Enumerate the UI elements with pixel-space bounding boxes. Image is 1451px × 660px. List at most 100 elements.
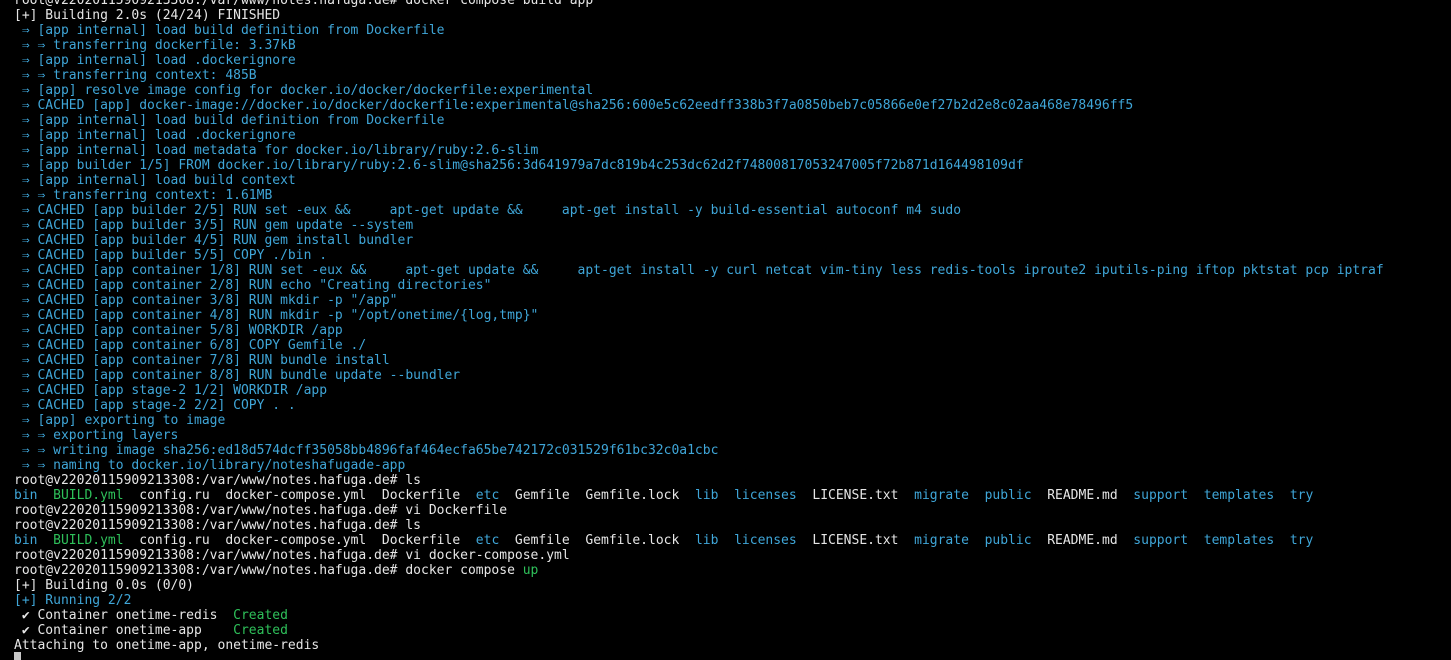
terminal-line: ⇒ CACHED [app container 1/8] RUN set -eu… xyxy=(14,263,1451,278)
terminal-line: root@v22020115909213308:/var/www/notes.h… xyxy=(14,0,1451,8)
terminal-text-segment: ⇒ CACHED [app container 5/8] WORKDIR /ap… xyxy=(14,322,343,338)
terminal-text-segment: ⇒ [app builder 1/5] FROM docker.io/libra… xyxy=(14,157,1024,173)
terminal-text-segment: support xyxy=(1133,487,1189,503)
terminal-line: ⇒ [app internal] load .dockerignore xyxy=(14,128,1451,143)
terminal-line: [+] Building 0.0s (0/0) xyxy=(14,578,1451,593)
terminal-text-segment: root@v22020115909213308:/var/www/notes.h… xyxy=(14,472,421,488)
terminal-line: ⇒ CACHED [app container 5/8] WORKDIR /ap… xyxy=(14,323,1451,338)
terminal-text-segment: LICENSE.txt xyxy=(796,532,915,548)
terminal-text-segment: ⇒ ⇒ transferring context: 485B xyxy=(14,67,257,83)
terminal-text-segment: ⇒ [app internal] load .dockerignore xyxy=(14,52,296,68)
terminal-line: ⇒ CACHED [app builder 2/5] RUN set -eux … xyxy=(14,203,1451,218)
terminal-text-segment: root@v22020115909213308:/var/www/notes.h… xyxy=(14,517,421,533)
terminal-text-segment: ⇒ CACHED [app container 1/8] RUN set -eu… xyxy=(14,262,1384,278)
terminal-text-segment: ⇒ ⇒ exporting layers xyxy=(14,427,179,443)
terminal-text-segment: bin xyxy=(14,487,38,503)
terminal-output[interactable]: root@v22020115909213308:/var/www/notes.h… xyxy=(14,0,1451,653)
terminal-line: [+] Running 2/2 xyxy=(14,593,1451,608)
terminal-text-segment: lib xyxy=(694,532,719,548)
terminal-line: ⇒ CACHED [app container 7/8] RUN bundle … xyxy=(14,353,1451,368)
terminal-line: ⇒ CACHED [app container 6/8] COPY Gemfil… xyxy=(14,338,1451,353)
terminal-text-segment: ⇒ [app internal] load build context xyxy=(14,172,296,188)
terminal-line: ⇒ CACHED [app stage-2 1/2] WORKDIR /app xyxy=(14,383,1451,398)
terminal-line: ⇒ ⇒ writing image sha256:ed18d574dcff350… xyxy=(14,443,1451,458)
terminal-text-segment: ⇒ CACHED [app stage-2 2/2] COPY . . xyxy=(14,397,296,413)
terminal-text-segment: Created xyxy=(233,607,288,623)
terminal-line: ⇒ [app builder 1/5] FROM docker.io/libra… xyxy=(14,158,1451,173)
terminal-line: root@v22020115909213308:/var/www/notes.h… xyxy=(14,548,1451,563)
terminal-text-segment: ⇒ CACHED [app stage-2 1/2] WORKDIR /app xyxy=(14,382,328,398)
terminal-text-segment: etc xyxy=(475,487,500,503)
terminal-line: ⇒ CACHED [app builder 5/5] COPY ./bin . xyxy=(14,248,1451,263)
terminal-line: ⇒ [app internal] load build definition f… xyxy=(14,23,1451,38)
terminal-text-segment: BUILD.yml xyxy=(53,532,124,548)
terminal-line: ⇒ CACHED [app] docker-image://docker.io/… xyxy=(14,98,1451,113)
terminal-text-segment: try xyxy=(1289,487,1314,503)
terminal-text-segment: migrate xyxy=(914,487,969,503)
terminal-line: ✔ Container onetime-redis Created xyxy=(14,608,1451,623)
terminal-text-segment: root@v22020115909213308:/var/www/notes.h… xyxy=(14,562,523,578)
terminal-line: ⇒ [app internal] load build definition f… xyxy=(14,113,1451,128)
terminal-text-segment: root@v22020115909213308:/var/www/notes.h… xyxy=(14,0,594,8)
terminal-line: ⇒ ⇒ naming to docker.io/library/noteshaf… xyxy=(14,458,1451,473)
terminal-text-segment: up xyxy=(522,562,539,578)
terminal-window[interactable]: root@v22020115909213308:/var/www/notes.h… xyxy=(0,0,1451,660)
terminal-text-segment: support xyxy=(1133,532,1189,548)
terminal-text-segment: ⇒ CACHED [app builder 3/5] RUN gem updat… xyxy=(14,217,414,233)
terminal-line: ⇒ CACHED [app container 3/8] RUN mkdir -… xyxy=(14,293,1451,308)
terminal-line: ⇒ CACHED [app container 8/8] RUN bundle … xyxy=(14,368,1451,383)
terminal-text-segment: try xyxy=(1289,532,1314,548)
terminal-text-segment: templates xyxy=(1203,487,1275,503)
terminal-text-segment: migrate xyxy=(914,532,969,548)
terminal-text-segment: BUILD.yml xyxy=(53,487,124,503)
terminal-text-segment: ⇒ CACHED [app container 8/8] RUN bundle … xyxy=(14,367,461,383)
terminal-text-segment: LICENSE.txt xyxy=(796,487,915,503)
terminal-line: root@v22020115909213308:/var/www/notes.h… xyxy=(14,503,1451,518)
terminal-line: ⇒ [app] exporting to image xyxy=(14,413,1451,428)
terminal-text-segment: licenses xyxy=(734,532,797,548)
terminal-text-segment: ⇒ CACHED [app builder 2/5] RUN set -eux … xyxy=(14,202,962,218)
terminal-text-segment: ⇒ [app] exporting to image xyxy=(14,412,226,428)
terminal-line: Attaching to onetime-app, onetime-redis xyxy=(14,638,1451,653)
terminal-text-segment: Gemfile Gemfile.lock xyxy=(499,487,695,503)
terminal-text-segment: ⇒ [app internal] load .dockerignore xyxy=(14,127,296,143)
terminal-cursor xyxy=(14,652,21,660)
terminal-line: ⇒ CACHED [app builder 3/5] RUN gem updat… xyxy=(14,218,1451,233)
terminal-line: [+] Building 2.0s (24/24) FINISHED xyxy=(14,8,1451,23)
terminal-text-segment: public xyxy=(984,532,1032,548)
terminal-line: root@v22020115909213308:/var/www/notes.h… xyxy=(14,563,1451,578)
terminal-text-segment: README.md xyxy=(1031,532,1134,548)
terminal-line: ⇒ [app internal] load .dockerignore xyxy=(14,53,1451,68)
terminal-text-segment: templates xyxy=(1203,532,1275,548)
terminal-line: ⇒ ⇒ transferring dockerfile: 3.37kB xyxy=(14,38,1451,53)
terminal-text-segment: ✔ Container onetime-redis xyxy=(14,607,234,623)
terminal-text-segment: Attaching to onetime-app, onetime-redis xyxy=(14,637,320,653)
terminal-line: bin BUILD.yml config.ru docker-compose.y… xyxy=(14,533,1451,548)
terminal-line: root@v22020115909213308:/var/www/notes.h… xyxy=(14,473,1451,488)
terminal-text-segment: ⇒ CACHED [app builder 4/5] RUN gem insta… xyxy=(14,232,414,248)
terminal-text-segment: ⇒ CACHED [app container 6/8] COPY Gemfil… xyxy=(14,337,367,353)
terminal-line: ⇒ CACHED [app container 4/8] RUN mkdir -… xyxy=(14,308,1451,323)
terminal-text-segment: lib xyxy=(694,487,719,503)
terminal-text-segment: ⇒ ⇒ transferring context: 1.61MB xyxy=(14,187,273,203)
terminal-text-segment: root@v22020115909213308:/var/www/notes.h… xyxy=(14,502,508,518)
terminal-text-segment: [+] Building 0.0s (0/0) xyxy=(14,577,195,593)
terminal-text-segment: ⇒ ⇒ transferring dockerfile: 3.37kB xyxy=(14,37,296,53)
terminal-text-segment: licenses xyxy=(734,487,797,503)
terminal-text-segment: ⇒ CACHED [app container 3/8] RUN mkdir -… xyxy=(14,292,398,308)
terminal-text-segment: bin xyxy=(14,532,38,548)
terminal-line: ⇒ CACHED [app container 2/8] RUN echo "C… xyxy=(14,278,1451,293)
terminal-text-segment: public xyxy=(984,487,1032,503)
terminal-text-segment: ⇒ CACHED [app container 4/8] RUN mkdir -… xyxy=(14,307,539,323)
terminal-text-segment: Created xyxy=(233,622,288,638)
terminal-text-segment: ⇒ CACHED [app builder 5/5] COPY ./bin . xyxy=(14,247,328,263)
terminal-text-segment: ⇒ CACHED [app] docker-image://docker.io/… xyxy=(14,97,1134,113)
